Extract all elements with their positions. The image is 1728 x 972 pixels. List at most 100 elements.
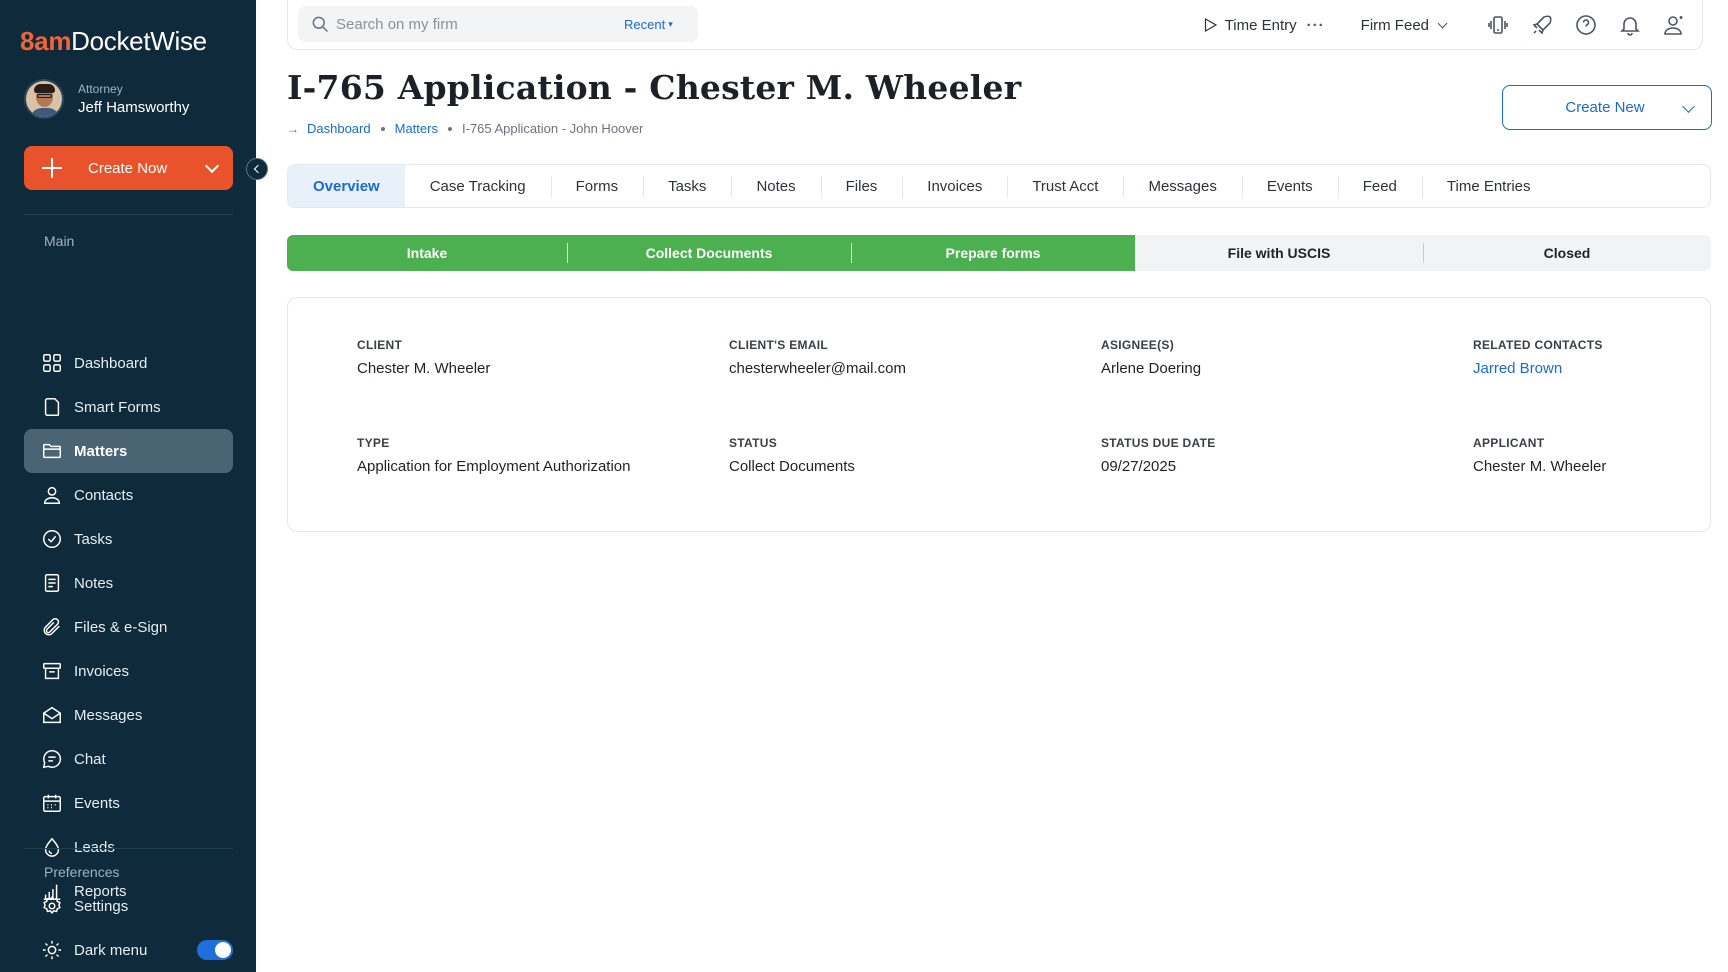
user-settings-icon[interactable] <box>1662 13 1686 37</box>
matter-tabs: Overview Case Tracking Forms Tasks Notes… <box>287 164 1711 208</box>
stage-collect-documents[interactable]: Collect Documents <box>567 235 851 271</box>
field-label: CLIENT'S EMAIL <box>729 338 906 352</box>
create-now-button[interactable]: Create Now <box>24 146 233 190</box>
sidebar-item-label: Chat <box>74 751 106 768</box>
dark-menu-toggle[interactable] <box>197 940 233 960</box>
tab-invoices[interactable]: Invoices <box>902 165 1007 207</box>
notes-icon <box>40 571 64 595</box>
field-value: 09/27/2025 <box>1101 458 1216 475</box>
sidebar-item-label: Dark menu <box>74 942 147 959</box>
tab-trust-acct[interactable]: Trust Acct <box>1007 165 1123 207</box>
user-profile[interactable]: Attorney Jeff Hamsworthy <box>24 79 189 119</box>
chevron-down-icon <box>1682 100 1695 113</box>
matter-details-card: CLIENT Chester M. Wheeler CLIENT'S EMAIL… <box>287 297 1711 532</box>
sidebar-item-label: Matters <box>74 443 127 460</box>
firm-feed-dropdown[interactable]: Firm Feed <box>1361 17 1446 34</box>
sidebar-item-tasks[interactable]: Tasks <box>24 517 233 561</box>
stage-intake[interactable]: Intake <box>287 235 567 271</box>
sidebar-item-dashboard[interactable]: Dashboard <box>24 341 233 385</box>
sidebar-item-messages[interactable]: Messages <box>24 693 233 737</box>
bell-icon[interactable] <box>1618 13 1642 37</box>
field-value: Chester M. Wheeler <box>357 360 490 377</box>
help-icon[interactable] <box>1574 13 1598 37</box>
stage-closed[interactable]: Closed <box>1423 235 1711 271</box>
field-status: STATUS Collect Documents <box>729 436 855 475</box>
paperclip-icon <box>40 615 64 639</box>
stage-file-with-uscis[interactable]: File with USCIS <box>1135 235 1423 271</box>
time-entry-button[interactable]: Time Entry ··· <box>1201 16 1325 34</box>
calendar-icon <box>40 791 64 815</box>
sidebar-item-files[interactable]: Files & e-Sign <box>24 605 233 649</box>
tab-overview[interactable]: Overview <box>288 165 405 207</box>
related-contact-link[interactable]: Jarred Brown <box>1473 360 1603 377</box>
sidebar-item-label: Notes <box>74 575 113 592</box>
search-input[interactable] <box>336 16 616 33</box>
logo-text: DocketWise <box>71 26 207 56</box>
breadcrumb-dashboard[interactable]: Dashboard <box>307 121 371 136</box>
envelope-icon <box>40 703 64 727</box>
stage-prepare-forms[interactable]: Prepare forms <box>851 235 1135 271</box>
breadcrumb-matters[interactable]: Matters <box>395 121 438 136</box>
sidebar-item-label: Messages <box>74 707 142 724</box>
field-value: chesterwheeler@mail.com <box>729 360 906 377</box>
arrow-right-icon: → <box>287 122 299 136</box>
field-label: CLIENT <box>357 338 490 352</box>
tab-time-entries[interactable]: Time Entries <box>1422 165 1556 207</box>
tab-files[interactable]: Files <box>821 165 903 207</box>
more-icon[interactable]: ··· <box>1307 17 1325 34</box>
tab-case-tracking[interactable]: Case Tracking <box>405 165 551 207</box>
rocket-icon[interactable] <box>1530 13 1554 37</box>
top-icon-group <box>1466 13 1686 37</box>
page-title: I-765 Application - Chester M. Wheeler <box>287 68 1021 107</box>
play-icon <box>1201 16 1219 34</box>
check-circle-icon <box>40 527 64 551</box>
field-type: TYPE Application for Employment Authoriz… <box>357 436 630 475</box>
section-label-main: Main <box>44 233 74 249</box>
tab-tasks[interactable]: Tasks <box>643 165 731 207</box>
app-logo[interactable]: 8amDocketWise <box>20 26 207 57</box>
sidebar-item-smart-forms[interactable]: Smart Forms <box>24 385 233 429</box>
field-label: ASIGNEE(S) <box>1101 338 1201 352</box>
field-label: STATUS DUE DATE <box>1101 436 1216 450</box>
user-info: Attorney Jeff Hamsworthy <box>78 82 189 116</box>
sidebar-item-chat[interactable]: Chat <box>24 737 233 781</box>
sidebar-item-contacts[interactable]: Contacts <box>24 473 233 517</box>
sidebar-collapse-button[interactable] <box>246 158 268 180</box>
breadcrumb-current: I-765 Application - John Hoover <box>462 121 643 136</box>
sidebar: 8amDocketWise Attorney Jeff Hamsworthy C… <box>0 0 256 972</box>
field-client-email: CLIENT'S EMAIL chesterwheeler@mail.com <box>729 338 906 377</box>
sidebar-divider <box>24 214 233 215</box>
field-assignees: ASIGNEE(S) Arlene Doering <box>1101 338 1201 377</box>
sidebar-nav: Dashboard Smart Forms Matters Contacts T… <box>24 341 233 913</box>
tab-events[interactable]: Events <box>1242 165 1338 207</box>
sidebar-item-invoices[interactable]: Invoices <box>24 649 233 693</box>
tab-feed[interactable]: Feed <box>1338 165 1422 207</box>
sidebar-item-leads[interactable]: Leads <box>24 825 233 869</box>
tab-notes[interactable]: Notes <box>731 165 820 207</box>
app-root: 8amDocketWise Attorney Jeff Hamsworthy C… <box>0 0 1728 972</box>
sidebar-item-label: Invoices <box>74 663 129 680</box>
sidebar-item-dark-menu: Dark menu <box>24 928 233 972</box>
sidebar-item-label: Settings <box>74 898 128 915</box>
top-bar: Recent▾ Time Entry ··· Firm Feed <box>287 0 1703 50</box>
tab-messages[interactable]: Messages <box>1123 165 1241 207</box>
create-new-dropdown[interactable]: Create New <box>1502 85 1712 130</box>
sidebar-item-label: Tasks <box>74 531 112 548</box>
sidebar-item-matters[interactable]: Matters <box>24 429 233 473</box>
field-value: Chester M. Wheeler <box>1473 458 1606 475</box>
chat-icon <box>40 747 64 771</box>
section-label-preferences: Preferences <box>44 864 119 880</box>
time-entry-label: Time Entry <box>1225 17 1297 34</box>
sidebar-item-settings[interactable]: Settings <box>24 884 233 928</box>
recent-dropdown[interactable]: Recent <box>624 17 665 32</box>
sidebar-divider <box>24 848 233 849</box>
mobile-vibrate-icon[interactable] <box>1486 13 1510 37</box>
create-now-label: Create Now <box>88 160 207 177</box>
field-value: Collect Documents <box>729 458 855 475</box>
sidebar-item-events[interactable]: Events <box>24 781 233 825</box>
field-related-contacts: RELATED CONTACTS Jarred Brown <box>1473 338 1603 377</box>
tab-forms[interactable]: Forms <box>551 165 644 207</box>
sidebar-item-notes[interactable]: Notes <box>24 561 233 605</box>
sidebar-item-label: Contacts <box>74 487 133 504</box>
field-client: CLIENT Chester M. Wheeler <box>357 338 490 377</box>
